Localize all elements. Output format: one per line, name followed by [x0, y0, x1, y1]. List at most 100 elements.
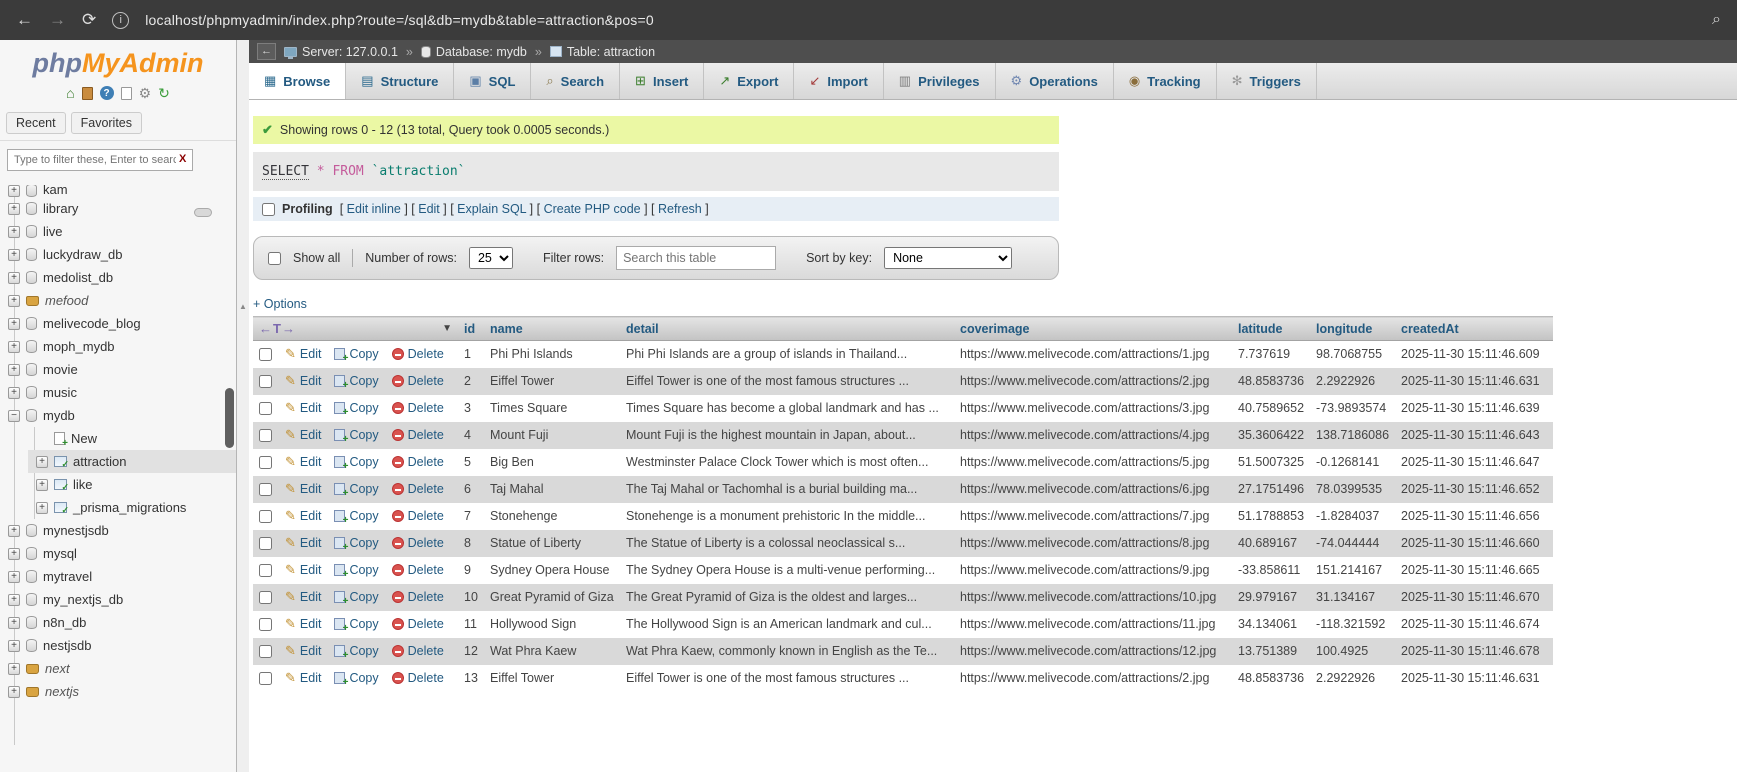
tree-filter-input[interactable] — [7, 149, 193, 171]
delete-link[interactable]: Delete — [408, 428, 444, 442]
delete-action[interactable]: Delete — [392, 509, 444, 523]
column-sort-link[interactable]: id — [464, 322, 475, 336]
copy-action[interactable]: Copy — [334, 671, 378, 685]
edit-link[interactable]: Edit — [300, 671, 322, 685]
delete-link[interactable]: Delete — [408, 590, 444, 604]
edit-action[interactable]: ✎ Edit — [285, 346, 321, 362]
edit-link[interactable]: Edit — [300, 644, 322, 658]
expand-icon[interactable]: + — [36, 479, 48, 491]
sidebar-item-mytravel[interactable]: +mytravel — [0, 565, 236, 588]
copy-action[interactable]: Copy — [334, 644, 378, 658]
tab-triggers[interactable]: ✻ Triggers — [1217, 63, 1317, 99]
delete-link[interactable]: Delete — [408, 374, 444, 388]
row-checkbox[interactable] — [259, 348, 272, 361]
copy-link[interactable]: Copy — [349, 590, 378, 604]
home-icon[interactable]: ⌂ — [66, 86, 74, 100]
delete-link[interactable]: Delete — [408, 563, 444, 577]
delete-link[interactable]: Delete — [408, 617, 444, 631]
copy-link[interactable]: Copy — [349, 428, 378, 442]
edit-action[interactable]: ✎ Edit — [285, 427, 321, 443]
tab-sql[interactable]: ▣ SQL — [454, 63, 531, 99]
copy-action[interactable]: Copy — [334, 401, 378, 415]
expand-icon[interactable]: + — [8, 663, 20, 675]
edit-link[interactable]: Edit — [300, 509, 322, 523]
panel-divider[interactable]: ▲ — [237, 40, 249, 772]
sidebar-item-mysql[interactable]: +mysql — [0, 542, 236, 565]
edit-link[interactable]: Edit — [300, 401, 322, 415]
edit-action[interactable]: ✎ Edit — [285, 508, 321, 524]
profiling-link-edit-inline[interactable]: Edit inline — [347, 202, 401, 216]
options-toggle-link[interactable]: + Options — [253, 297, 307, 311]
breadcrumb-table[interactable]: Table: attraction — [550, 45, 655, 59]
url-text[interactable]: localhost/phpmyadmin/index.php?route=/sq… — [145, 12, 654, 28]
delete-action[interactable]: Delete — [392, 455, 444, 469]
browser-zoom-icon[interactable]: ⌕ — [1712, 11, 1721, 29]
delete-action[interactable]: Delete — [392, 401, 444, 415]
sidebar-item-nextjs[interactable]: +nextjs — [0, 680, 236, 703]
tab-search[interactable]: ⌕ Search — [531, 63, 620, 99]
copy-link[interactable]: Copy — [349, 374, 378, 388]
edit-link[interactable]: Edit — [300, 428, 322, 442]
copy-link[interactable]: Copy — [349, 347, 378, 361]
expand-icon[interactable]: + — [8, 686, 20, 698]
copy-action[interactable]: Copy — [334, 509, 378, 523]
copy-action[interactable]: Copy — [334, 482, 378, 496]
delete-link[interactable]: Delete — [408, 347, 444, 361]
expand-icon[interactable]: + — [8, 185, 20, 197]
sidebar-item-melivecode_blog[interactable]: +melivecode_blog — [0, 312, 236, 335]
edit-link[interactable]: Edit — [300, 455, 322, 469]
delete-action[interactable]: Delete — [392, 590, 444, 604]
row-checkbox[interactable] — [259, 564, 272, 577]
expand-icon[interactable]: + — [8, 203, 20, 215]
browser-reload-icon[interactable]: ⟳ — [82, 10, 96, 30]
sidebar-item-mydb[interactable]: −mydb — [0, 404, 236, 427]
copy-link[interactable]: Copy — [349, 644, 378, 658]
collapse-icon[interactable]: − — [8, 410, 20, 422]
expand-icon[interactable]: + — [8, 272, 20, 284]
sidebar-item-movie[interactable]: +movie — [0, 358, 236, 381]
row-checkbox[interactable] — [259, 456, 272, 469]
sidebar-item-moph_mydb[interactable]: +moph_mydb — [0, 335, 236, 358]
delete-link[interactable]: Delete — [408, 644, 444, 658]
hide-navigation-button[interactable]: ← — [257, 43, 276, 60]
docs-icon[interactable] — [121, 87, 132, 100]
sidebar-scrollbar-thumb[interactable] — [225, 388, 234, 448]
sql-keyword-select[interactable]: SELECT — [262, 164, 309, 180]
edit-link[interactable]: Edit — [300, 617, 322, 631]
sidebar-item-mefood[interactable]: +mefood — [0, 289, 236, 312]
copy-action[interactable]: Copy — [334, 590, 378, 604]
column-sort-link[interactable]: coverimage — [960, 322, 1029, 336]
delete-link[interactable]: Delete — [408, 536, 444, 550]
sidebar-item-medolist_db[interactable]: +medolist_db — [0, 266, 236, 289]
delete-action[interactable]: Delete — [392, 482, 444, 496]
row-checkbox[interactable] — [259, 375, 272, 388]
expand-icon[interactable]: + — [8, 249, 20, 261]
edit-link[interactable]: Edit — [300, 563, 322, 577]
row-checkbox[interactable] — [259, 618, 272, 631]
edit-action[interactable]: ✎ Edit — [285, 589, 321, 605]
copy-link[interactable]: Copy — [349, 617, 378, 631]
help-icon[interactable]: ? — [100, 86, 114, 100]
copy-link[interactable]: Copy — [349, 401, 378, 415]
sort-caret-icon[interactable]: ▼ — [442, 323, 452, 334]
column-sort-link[interactable]: detail — [626, 322, 659, 336]
show-all-checkbox[interactable] — [268, 252, 281, 265]
sort-by-key-select[interactable]: None — [884, 247, 1012, 269]
breadcrumb-server[interactable]: Server: 127.0.0.1 — [284, 45, 398, 59]
sidebar-item-nestjsdb[interactable]: +nestjsdb — [0, 634, 236, 657]
sidebar-table-like[interactable]: +like — [28, 473, 236, 496]
tab-tracking[interactable]: ◉ Tracking — [1114, 63, 1217, 99]
tab-structure[interactable]: ▤ Structure — [346, 63, 454, 99]
copy-action[interactable]: Copy — [334, 617, 378, 631]
copy-link[interactable]: Copy — [349, 671, 378, 685]
edit-action[interactable]: ✎ Edit — [285, 562, 321, 578]
delete-link[interactable]: Delete — [408, 509, 444, 523]
sidebar-item-new[interactable]: New — [28, 427, 236, 450]
edit-link[interactable]: Edit — [300, 482, 322, 496]
delete-action[interactable]: Delete — [392, 536, 444, 550]
row-checkbox[interactable] — [259, 402, 272, 415]
scroll-up-icon[interactable]: ▲ — [239, 302, 247, 311]
row-checkbox[interactable] — [259, 537, 272, 550]
sidebar-item-live[interactable]: +live — [0, 220, 236, 243]
tab-import[interactable]: ↙ Import — [794, 63, 883, 99]
